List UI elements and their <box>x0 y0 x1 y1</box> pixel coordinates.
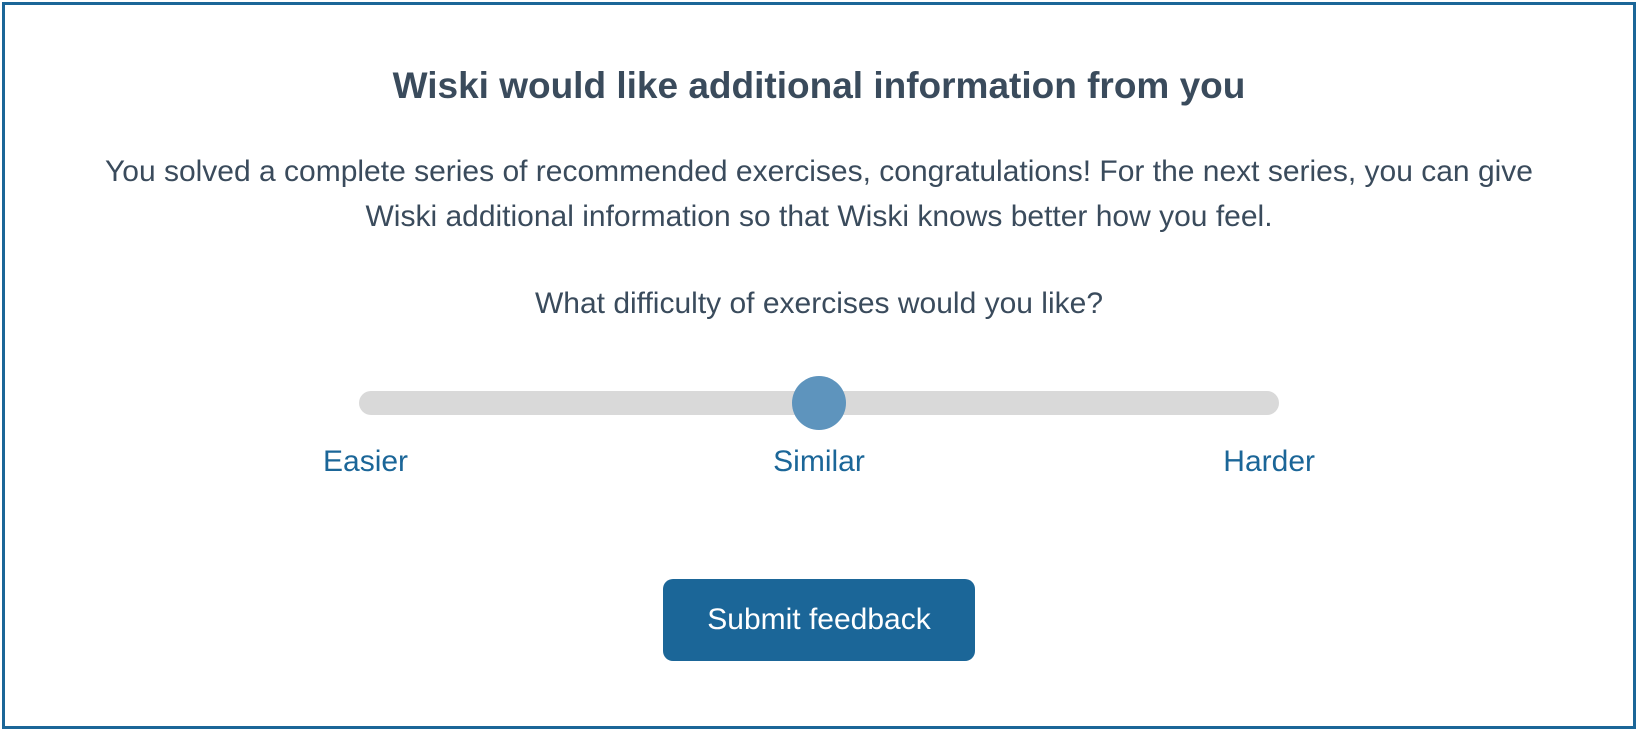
slider-labels: Easier Similar Harder <box>319 445 1319 479</box>
submit-feedback-button[interactable]: Submit feedback <box>663 579 974 661</box>
difficulty-question: What difficulty of exercises would you l… <box>55 287 1583 321</box>
slider-label-harder: Harder <box>1195 445 1315 479</box>
slider-label-similar: Similar <box>759 445 879 479</box>
difficulty-slider[interactable] <box>359 391 1279 415</box>
slider-label-easier: Easier <box>323 445 443 479</box>
feedback-dialog: Wiski would like additional information … <box>2 2 1636 729</box>
dialog-title: Wiski would like additional information … <box>55 65 1583 107</box>
difficulty-slider-container: Easier Similar Harder <box>319 391 1319 479</box>
difficulty-slider-thumb[interactable] <box>792 376 846 430</box>
dialog-description: You solved a complete series of recommen… <box>69 149 1569 239</box>
